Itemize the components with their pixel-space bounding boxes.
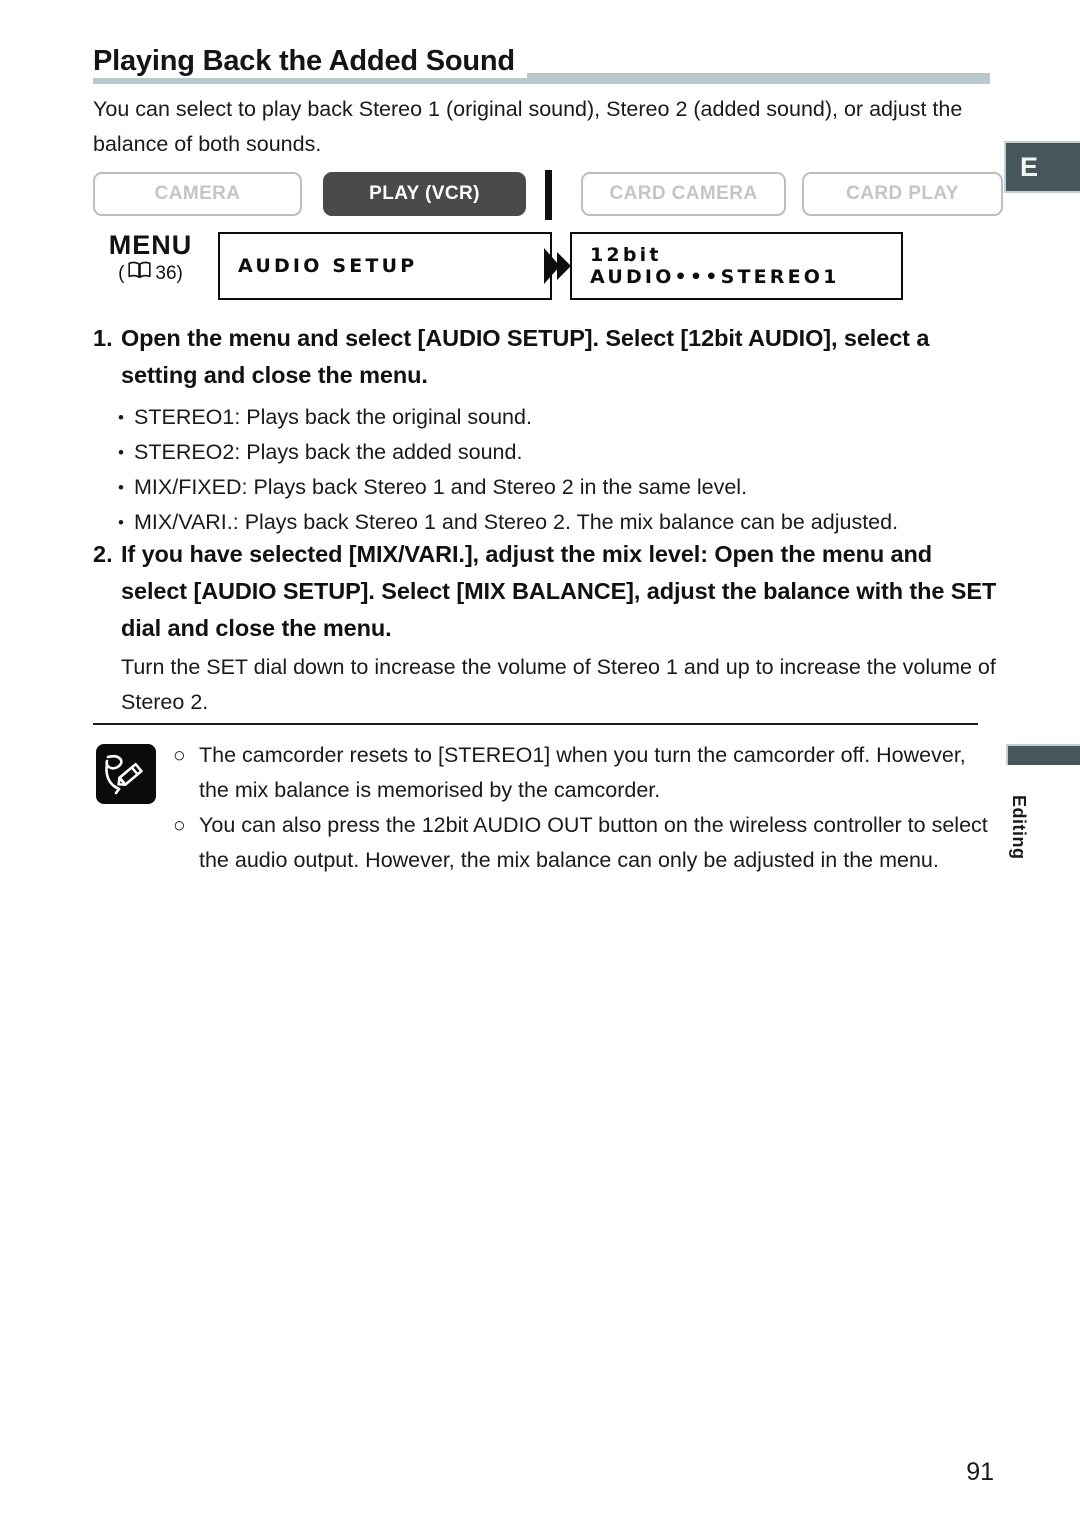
menu-ref-page: 36) xyxy=(155,263,183,284)
step-1-number: 1. xyxy=(93,325,113,351)
list-item: STEREO2: Plays back the added sound. xyxy=(118,435,1008,470)
menu-box-12bit-audio: 12bit AUDIO•••STEREO1 xyxy=(570,232,903,300)
step-1: 1. Open the menu and select [AUDIO SETUP… xyxy=(93,320,998,394)
manual-page: E Editing Playing Back the Added Sound Y… xyxy=(0,0,1080,1533)
step-2-text: If you have selected [MIX/VARI.], adjust… xyxy=(121,541,997,641)
menu-ref-open-paren: ( xyxy=(118,263,125,284)
section-tab-bar xyxy=(1006,744,1080,765)
page-title: Playing Back the Added Sound xyxy=(93,44,527,78)
mode-button-card-camera[interactable]: CARD CAMERA xyxy=(581,172,786,216)
chapter-tab-letter: E xyxy=(1020,151,1039,182)
notes-list: ○ The camcorder resets to [STEREO1] when… xyxy=(173,738,991,878)
mode-button-camera[interactable]: CAMERA xyxy=(93,172,302,216)
note-text: The camcorder resets to [STEREO1] when y… xyxy=(199,743,966,802)
step-2: 2. If you have selected [MIX/VARI.], adj… xyxy=(93,536,998,647)
open-book-icon xyxy=(128,261,152,287)
list-item: MIX/FIXED: Plays back Stereo 1 and Stere… xyxy=(118,470,1008,505)
step-2-number: 2. xyxy=(93,541,113,567)
step-1-text: Open the menu and select [AUDIO SETUP]. … xyxy=(121,325,930,388)
notes-divider xyxy=(93,723,978,725)
list-item: ○ You can also press the 12bit AUDIO OUT… xyxy=(173,808,991,878)
mode-button-play-vcr[interactable]: PLAY (VCR) xyxy=(323,172,526,216)
step-2-detail-paragraph: Turn the SET dial down to increase the v… xyxy=(121,655,996,714)
page-number: 91 xyxy=(966,1458,994,1486)
mode-button-card-play-label: CARD PLAY xyxy=(846,183,959,204)
list-item: MIX/VARI.: Plays back Stereo 1 and Stere… xyxy=(118,505,1008,540)
page-title-block: Playing Back the Added Sound xyxy=(93,44,993,84)
mode-button-camera-label: CAMERA xyxy=(154,183,241,204)
mode-button-card-camera-label: CARD CAMERA xyxy=(609,183,758,204)
list-item: STEREO1: Plays back the original sound. xyxy=(118,400,1008,435)
memo-pencil-icon xyxy=(95,743,157,805)
mode-button-row: CAMERA PLAY (VCR) CARD CAMERA CARD PLAY xyxy=(93,170,1003,220)
mode-button-play-vcr-label: PLAY (VCR) xyxy=(369,183,480,204)
mode-button-card-play[interactable]: CARD PLAY xyxy=(802,172,1003,216)
menu-box-audio-setup: AUDIO SETUP xyxy=(218,232,552,300)
chapter-tab: E xyxy=(1004,141,1080,193)
intro-paragraph: You can select to play back Stereo 1 (or… xyxy=(93,97,963,156)
option-bullet-list: STEREO1: Plays back the original sound. … xyxy=(118,400,1008,540)
menu-page-reference: ( 36) xyxy=(88,261,213,287)
note-text: You can also press the 12bit AUDIO OUT b… xyxy=(199,813,988,872)
list-item: ○ The camcorder resets to [STEREO1] when… xyxy=(173,738,991,808)
note-marker-icon: ○ xyxy=(173,814,186,837)
note-marker-icon: ○ xyxy=(173,744,186,767)
menu-word: MENU xyxy=(108,230,193,260)
menu-flow-row: MENU ( 36) AUDIO SETUP 12bit AUDIO•••STE… xyxy=(80,230,995,306)
menu-label-block: MENU ( 36) xyxy=(88,230,213,287)
section-label-editing: Editing xyxy=(1009,795,1029,860)
mode-group-divider xyxy=(545,170,552,220)
flow-arrow-icon xyxy=(540,246,574,286)
